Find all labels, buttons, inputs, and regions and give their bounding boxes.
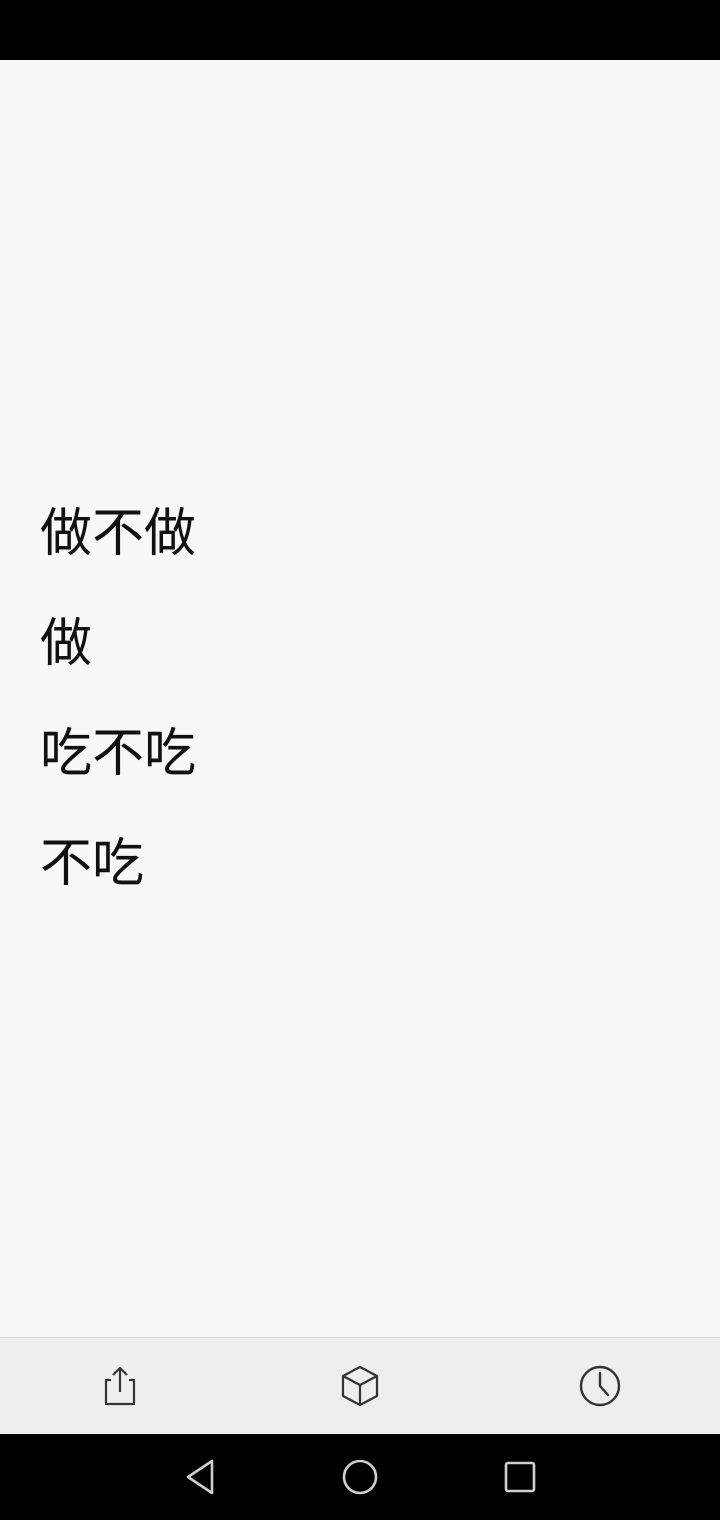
recents-icon	[504, 1461, 536, 1493]
cube-icon	[341, 1365, 379, 1407]
share-icon	[104, 1366, 136, 1406]
text-line-3: 吃不吃	[40, 724, 197, 784]
text-line-4: 不吃	[40, 834, 145, 894]
back-button[interactable]	[176, 1453, 224, 1501]
status-bar	[0, 0, 720, 60]
home-icon	[342, 1459, 378, 1495]
recents-button[interactable]	[496, 1453, 544, 1501]
ar-view-button[interactable]	[336, 1362, 384, 1410]
share-button[interactable]	[96, 1362, 144, 1410]
history-button[interactable]	[576, 1362, 624, 1410]
history-icon	[579, 1365, 621, 1407]
text-line-1: 做不做	[40, 504, 197, 564]
main-content: 做不做 做 吃不吃 不吃	[0, 60, 720, 1337]
home-button[interactable]	[336, 1453, 384, 1501]
back-icon	[186, 1459, 214, 1495]
system-nav-bar	[0, 1434, 720, 1520]
text-line-2: 做	[40, 614, 93, 674]
bottom-toolbar	[0, 1337, 720, 1434]
